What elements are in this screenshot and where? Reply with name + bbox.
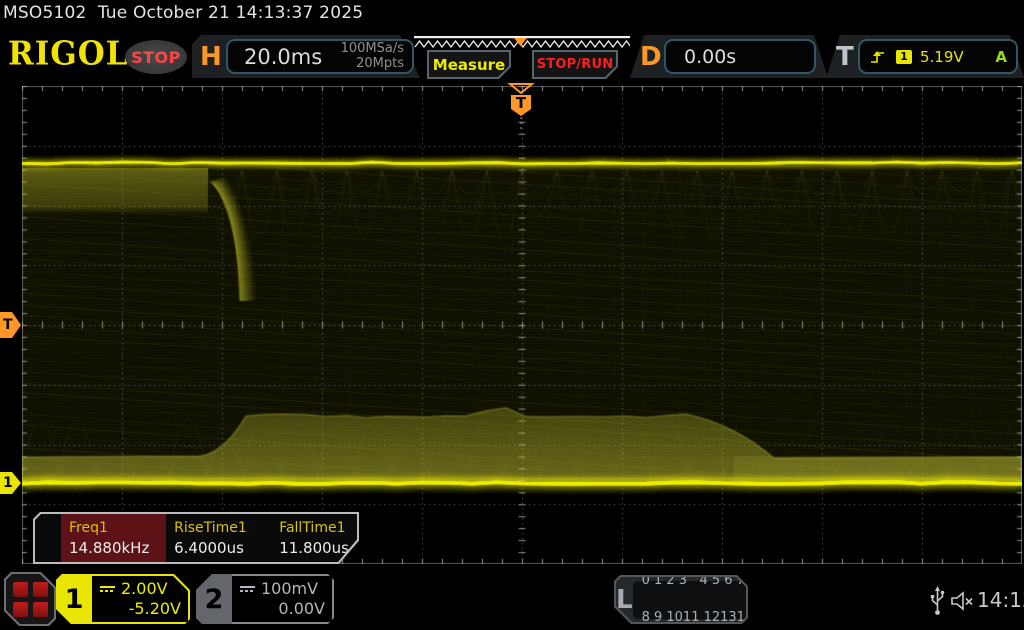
channel1-ground-marker[interactable]: 1: [0, 472, 21, 494]
status-clock: 14:13: [977, 588, 1024, 612]
speaker-muted-icon[interactable]: [950, 590, 976, 612]
channel1-offset: -5.20V: [129, 599, 181, 619]
rigol-logo: RIGOL: [8, 35, 129, 73]
channel2-block[interactable]: 2 100mV 0.00V: [196, 574, 334, 624]
dc-coupling-icon: [240, 586, 255, 592]
measurement-falltime1[interactable]: FallTime1 11.800us: [271, 514, 357, 562]
channel1-ground-marker-label: 1: [3, 475, 13, 491]
timebase-value: 20.0ms: [244, 45, 322, 69]
measurement-label: RiseTime1: [174, 520, 263, 536]
trigger-source-badge: 1: [896, 50, 912, 64]
channel1-scale: 2.00V: [121, 579, 168, 599]
measurement-value: 14.880kHz: [69, 539, 158, 557]
delay-box[interactable]: 0.00s: [664, 39, 816, 74]
horizontal-label: H: [200, 44, 222, 70]
channel1-badge: 1: [56, 574, 92, 624]
measure-button-label: Measure: [429, 52, 509, 77]
menu-grid-button[interactable]: [4, 572, 56, 626]
measurement-label: FallTime1: [279, 520, 349, 536]
trigger-sweep-mode: A: [995, 48, 1007, 66]
stop-run-button-label: STOP/RUN: [534, 52, 616, 77]
measurement-value: 6.4000us: [174, 539, 263, 557]
menu-grid-icon: [6, 574, 54, 624]
stop-run-button[interactable]: STOP/RUN: [532, 50, 618, 79]
logic-channels-block[interactable]: L 0 1 2 3 4 5 6 78 9 1011 12131415: [614, 575, 748, 624]
measure-button[interactable]: Measure: [427, 50, 511, 79]
trigger-level-marker[interactable]: T: [0, 312, 21, 338]
measurement-freq1[interactable]: Freq1 14.880kHz: [61, 514, 166, 562]
delay-value: 0.00s: [684, 46, 736, 68]
usb-icon: [929, 585, 946, 617]
trigger-level-value: 5.19V: [920, 48, 964, 66]
measurement-label: Freq1: [69, 520, 158, 536]
oscilloscope-screen: MSO5102 Tue October 21 14:13:37 2025 RIG…: [0, 0, 1024, 630]
channel2-scale: 100mV: [261, 579, 318, 599]
sample-rate: 100MSa/s20Mpts: [341, 42, 404, 72]
rising-slope-icon: [869, 49, 886, 65]
logic-row1: 0 1 2 3 4 5 6 7: [642, 572, 770, 590]
measurement-panel[interactable]: Freq1 14.880kHz RiseTime1 6.4000us FallT…: [33, 512, 359, 564]
logic-label: L: [616, 585, 633, 615]
svg-text:T: T: [516, 94, 527, 112]
run-state-badge: STOP: [125, 40, 187, 74]
dc-coupling-icon: [100, 586, 115, 592]
horizontal-position-indicator[interactable]: [414, 36, 630, 51]
timebase-box[interactable]: 20.0ms 100MSa/s20Mpts: [226, 39, 414, 74]
sample-rate-value: 100MSa/s: [341, 41, 404, 56]
waveform-display: [22, 86, 1022, 564]
channel1-block[interactable]: 1 2.00V -5.20V: [56, 574, 190, 624]
measurement-risetime1[interactable]: RiseTime1 6.4000us: [166, 514, 271, 562]
channel2-badge: 2: [196, 574, 232, 624]
memory-depth-value: 20Mpts: [356, 56, 404, 71]
delay-label: D: [640, 44, 662, 70]
trigger-position-marker[interactable]: T: [504, 82, 538, 132]
trigger-level-marker-label: T: [3, 317, 13, 333]
logic-channel-numbers: 0 1 2 3 4 5 6 78 9 1011 12131415: [633, 581, 770, 619]
titlebar-text: MSO5102 Tue October 21 14:13:37 2025: [3, 3, 363, 23]
trigger-label: T: [836, 44, 854, 70]
logic-row2: 8 9 1011 12131415: [642, 609, 770, 627]
trigger-box[interactable]: 1 5.19V A: [858, 39, 1018, 74]
measurement-value: 11.800us: [279, 539, 349, 557]
channel2-offset: 0.00V: [278, 599, 325, 619]
